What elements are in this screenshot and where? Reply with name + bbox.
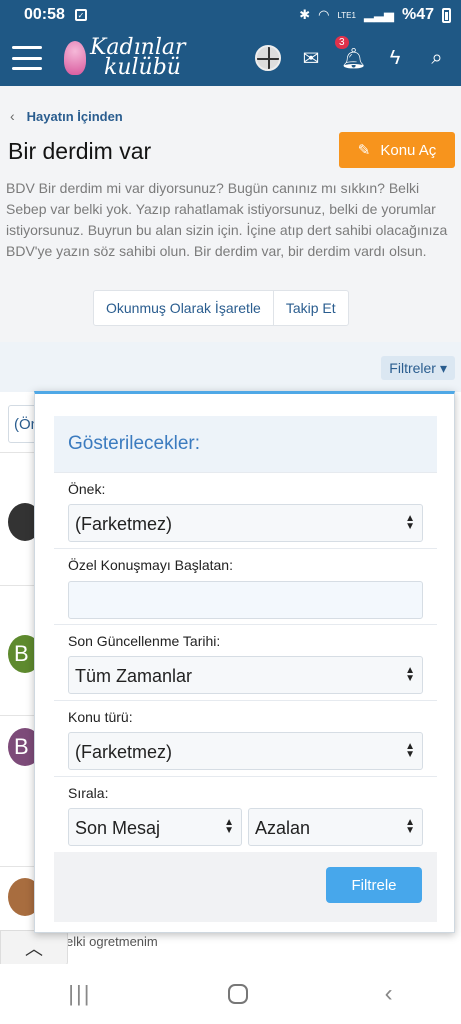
forum-header: ‹ Hayatın İçinden Bir derdim var ✎ Konu … — [0, 86, 461, 342]
forum-description: BDV Bir derdim mi var diyorsunuz? Bugün … — [6, 180, 448, 259]
status-time: 00:58 — [24, 6, 65, 23]
sort-order-value: Azalan — [255, 818, 311, 838]
network-label: LTE1 — [337, 10, 356, 20]
last-update-label: Son Güncellenme Tarihi: — [68, 633, 221, 649]
edit-icon: ✎ — [357, 142, 371, 159]
forum-actions: Okunmuş Olarak İşaretle Takip Et — [93, 290, 349, 326]
prefix-select-value: (Farketmez) — [75, 514, 173, 534]
type-label: Konu türü: — [68, 709, 133, 725]
filter-panel: Gösterilecekler: Önek: (Farketmez) ▲ ▼ Öz… — [34, 391, 455, 933]
new-topic-button[interactable]: ✎ Konu Aç — [339, 132, 455, 168]
logo-text-line2: kulübü — [104, 55, 181, 80]
site-logo[interactable]: Kadınlar kulübü — [64, 37, 186, 80]
divider — [54, 776, 437, 777]
page-title: Bir derdim var — [8, 138, 152, 164]
new-topic-label: Konu Aç — [380, 141, 437, 159]
lightning-icon[interactable]: ϟ — [383, 47, 407, 70]
select-arrows-icon: ▲ ▼ — [405, 665, 415, 684]
battery-percent: %47 — [401, 6, 434, 23]
starter-input[interactable] — [68, 581, 423, 619]
status-indicators: ✱ ◠ LTE1 ▂▃▅ %47 — [299, 6, 451, 24]
scroll-up-button[interactable]: ︿ — [0, 930, 68, 966]
bell-icon[interactable]: 🔔︎ 3 — [335, 35, 366, 71]
chevron-up-icon: ︿ — [25, 939, 43, 959]
recent-apps-icon[interactable]: ||| — [68, 981, 91, 1007]
breadcrumb[interactable]: ‹ Hayatın İçinden — [10, 108, 123, 124]
filters-toggle[interactable]: Filtreler ▾ — [381, 356, 455, 380]
prefix-select[interactable]: (Farketmez) ▲ ▼ — [68, 504, 423, 542]
breadcrumb-link[interactable]: Hayatın İçinden — [27, 109, 123, 124]
filters-label: Filtreler — [389, 360, 436, 376]
user-avatar[interactable] — [255, 45, 281, 71]
app-header: Kadınlar kulübü ✉ 🔔︎ 3 ϟ ⌕ — [0, 30, 461, 86]
system-nav-bar: ||| ‹ — [0, 964, 461, 1024]
wifi-icon: ◠ — [318, 7, 330, 22]
sort-order-select[interactable]: Azalan ▲ ▼ — [248, 808, 423, 846]
chevron-left-icon: ‹ — [10, 108, 15, 124]
battery-icon — [442, 7, 451, 23]
thread-snippet: elki ogretmenim — [66, 934, 158, 949]
select-arrows-icon: ▲ ▼ — [405, 513, 415, 532]
divider — [54, 700, 437, 701]
prefix-label: Önek: — [68, 481, 106, 497]
sort-field-select[interactable]: Son Mesaj ▲ ▼ — [68, 808, 242, 846]
apply-filters-button[interactable]: Filtrele — [326, 867, 422, 903]
logo-mark-icon — [64, 41, 86, 75]
filter-panel-title: Gösterilecekler: — [54, 416, 437, 472]
menu-icon[interactable] — [12, 46, 42, 70]
divider — [54, 548, 437, 549]
header-icons: ✉ 🔔︎ 3 ϟ ⌕ — [255, 35, 449, 71]
last-update-select-value: Tüm Zamanlar — [75, 666, 193, 686]
signal-icon: ▂▃▅ — [363, 7, 394, 22]
starter-label: Özel Konuşmayı Başlatan: — [68, 557, 233, 573]
sort-label: Sırala: — [68, 785, 109, 801]
select-arrows-icon: ▲ ▼ — [224, 817, 234, 836]
sort-field-value: Son Mesaj — [75, 818, 161, 838]
mail-icon[interactable]: ✉ — [299, 46, 323, 71]
select-arrows-icon: ▲ ▼ — [405, 741, 415, 760]
divider — [54, 472, 437, 473]
search-icon[interactable]: ⌕ — [425, 47, 449, 70]
filter-panel-footer: Filtrele — [54, 852, 437, 922]
mark-read-button[interactable]: Okunmuş Olarak İşaretle — [94, 291, 273, 325]
notification-check-icon: ✓ — [74, 9, 87, 21]
back-icon[interactable]: ‹ — [385, 980, 393, 1008]
follow-button[interactable]: Takip Et — [272, 291, 348, 325]
notification-badge: 3 — [335, 35, 349, 49]
bluetooth-icon: ✱ — [299, 7, 311, 22]
caret-down-icon: ▾ — [439, 359, 447, 376]
type-select-value: (Farketmez) — [75, 742, 173, 762]
last-update-select[interactable]: Tüm Zamanlar ▲ ▼ — [68, 656, 423, 694]
home-icon[interactable] — [228, 984, 249, 1004]
status-bar: 00:58 ✓ ✱ ◠ LTE1 ▂▃▅ %47 — [0, 0, 461, 30]
divider — [54, 624, 437, 625]
type-select[interactable]: (Farketmez) ▲ ▼ — [68, 732, 423, 770]
select-arrows-icon: ▲ ▼ — [405, 817, 415, 836]
